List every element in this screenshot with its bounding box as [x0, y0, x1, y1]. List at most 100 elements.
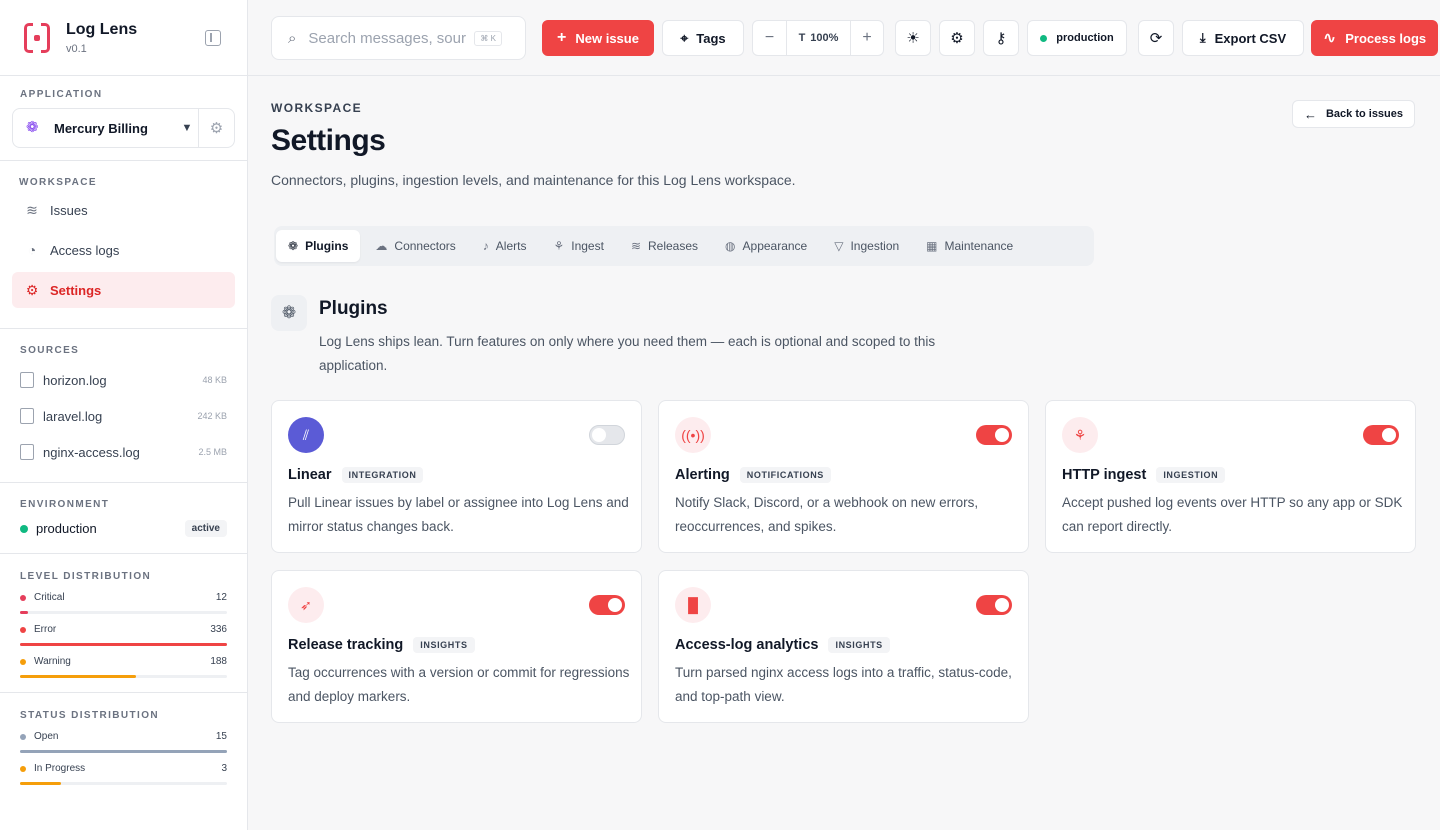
filter-icon: ▽: [834, 239, 844, 253]
application-settings-button[interactable]: ⚙: [198, 109, 234, 147]
plugin-toggle[interactable]: [589, 595, 625, 615]
zoom-value: 100%: [810, 32, 839, 44]
tab-label: Ingest: [571, 239, 604, 253]
tab-releases[interactable]: ≋ Releases: [619, 230, 710, 262]
tab-label: Plugins: [305, 239, 349, 253]
plugin-card-alerting: ((•)) Alerting NOTIFICATIONS Notify Slack…: [658, 400, 1029, 553]
activity-icon: ∿: [1322, 30, 1337, 47]
distribution-count: 3: [221, 763, 227, 774]
bar-chart-icon: ▐▌: [675, 587, 711, 623]
distribution-row: Open 15: [20, 731, 227, 753]
sun-icon: ☀: [906, 30, 920, 47]
plugins-icon: ❁: [288, 239, 299, 253]
refresh-button[interactable]: ⟳: [1138, 20, 1174, 56]
plugin-description: Notify Slack, Discord, or a webhook on n…: [675, 495, 979, 534]
source-item[interactable]: laravel.log 242 KB: [20, 398, 227, 434]
new-issue-button[interactable]: + New issue: [542, 20, 654, 56]
collapse-sidebar-icon[interactable]: [205, 30, 221, 46]
tab-label: Ingestion: [850, 239, 900, 253]
plugin-toggle[interactable]: [1363, 425, 1399, 445]
distribution-bar-fill: [20, 750, 227, 753]
plugin-name: Access-log analytics: [675, 637, 819, 653]
log-lens-logo-icon: [24, 22, 50, 53]
distribution-bar-fill: [20, 782, 62, 785]
distribution-bar-fill: [20, 643, 227, 646]
nav-item-settings[interactable]: ⚙ Settings: [12, 272, 235, 308]
application-section: Application ❁ Mercury Billing ▼ ⚙: [0, 76, 247, 161]
tab-appearance[interactable]: ◍ Appearance: [713, 230, 819, 262]
tags-button[interactable]: ⌖ Tags: [662, 20, 744, 56]
source-name: nginx-access.log: [43, 444, 140, 460]
page-subtitle: Connectors, plugins, ingestion levels, a…: [271, 172, 796, 188]
export-csv-button[interactable]: ⤓ Export CSV: [1182, 20, 1304, 56]
search-input[interactable]: ⌕ Search messages, sources ⌘ K: [271, 16, 526, 60]
api-key-button[interactable]: ⚷: [983, 20, 1019, 56]
plugins-description: Log Lens ships lean. Turn features on on…: [319, 334, 936, 373]
status-dot-icon: [20, 524, 28, 533]
tab-ingestion[interactable]: ▽ Ingestion: [822, 230, 911, 262]
source-item[interactable]: nginx-access.log 2.5 MB: [20, 434, 227, 470]
tab-ingest[interactable]: ⚘ Ingest: [541, 230, 615, 262]
source-item[interactable]: horizon.log 48 KB: [20, 362, 227, 398]
plugin-tag: NOTIFICATIONS: [739, 467, 831, 483]
plugin-name: Release tracking: [288, 637, 404, 653]
plus-icon: +: [557, 29, 567, 46]
settings-button[interactable]: ⚙: [939, 20, 975, 56]
arrow-left-icon: ←: [1303, 106, 1317, 122]
distribution-count: 336: [210, 624, 227, 635]
text-size-icon: T: [798, 32, 806, 44]
brand-header: Log Lens v0.1: [0, 0, 247, 76]
legend-dot-icon: [20, 658, 26, 665]
plugin-card-access-log-analytics: ▐▌ Access-log analytics INSIGHTS Turn par…: [658, 570, 1029, 723]
plugin-tag: INTEGRATION: [341, 467, 424, 483]
plugin-tag: INGESTION: [1156, 467, 1226, 483]
plugin-card-linear: ⫽ Linear INTEGRATION Pull Linear issues b…: [271, 400, 642, 553]
distribution-count: 188: [210, 656, 227, 667]
environment-selector[interactable]: production: [1027, 20, 1127, 56]
environment-row[interactable]: production active: [20, 520, 227, 537]
tab-alerts[interactable]: ♪ Alerts: [471, 230, 539, 262]
nav-item-label: Access logs: [50, 242, 120, 258]
tab-label: Maintenance: [944, 239, 1014, 253]
distribution-row: Warning 188: [20, 656, 227, 678]
distribution-count: 12: [215, 592, 227, 603]
legend-dot-icon: [20, 765, 26, 772]
status-dot-icon: [1040, 34, 1048, 42]
level-distribution: Level distribution Critical 12 Error 336 War…: [0, 554, 247, 693]
environment-label: Environment: [20, 499, 110, 510]
plugin-toggle[interactable]: [589, 425, 625, 445]
distribution-label: In Progress: [34, 763, 86, 774]
distribution-bar: [20, 643, 227, 646]
rocket-icon: ➶: [288, 587, 324, 623]
plugin-toggle[interactable]: [976, 595, 1012, 615]
theme-toggle-button[interactable]: ☀: [895, 20, 931, 56]
nav-item-issues[interactable]: ≋ Issues: [12, 192, 235, 228]
tab-connectors[interactable]: ☁ Connectors: [363, 230, 467, 262]
application-select[interactable]: ❁ Mercury Billing ▼ ⚙: [12, 108, 235, 148]
tab-label: Alerts: [495, 239, 527, 253]
back-to-issues-button[interactable]: ← Back to issues: [1292, 100, 1415, 128]
plugin-tag: INSIGHTS: [413, 637, 475, 653]
environment-section: Environment production active: [0, 483, 247, 554]
zoom-out-button[interactable]: −: [753, 21, 787, 55]
key-icon: ⚷: [995, 30, 1007, 47]
broadcast-icon: ((•)): [675, 417, 711, 453]
plugin-name: HTTP ingest: [1062, 467, 1147, 483]
status-distribution-label: Status distribution: [20, 710, 160, 721]
tab-plugins[interactable]: ❁ Plugins: [276, 230, 361, 262]
distribution-row: Error 336: [20, 624, 227, 646]
export-label: Export CSV: [1214, 30, 1287, 46]
palette-icon: ◍: [725, 239, 736, 253]
zoom-in-button[interactable]: +: [851, 21, 883, 55]
nav-item-access-logs[interactable]: ◔ Access logs: [12, 232, 235, 268]
source-size: 2.5 MB: [198, 447, 227, 457]
nav-item-label: Settings: [50, 282, 102, 298]
bell-icon: ♪: [482, 239, 489, 253]
source-name: horizon.log: [43, 372, 107, 388]
process-logs-label: Process logs: [1345, 30, 1427, 46]
process-logs-button[interactable]: ∿ Process logs: [1311, 20, 1438, 56]
file-icon: [20, 408, 34, 424]
plugin-toggle[interactable]: [976, 425, 1012, 445]
plugin-description: Turn parsed nginx access logs into a tra…: [675, 665, 1012, 704]
tab-maintenance[interactable]: ▦ Maintenance: [914, 230, 1025, 262]
